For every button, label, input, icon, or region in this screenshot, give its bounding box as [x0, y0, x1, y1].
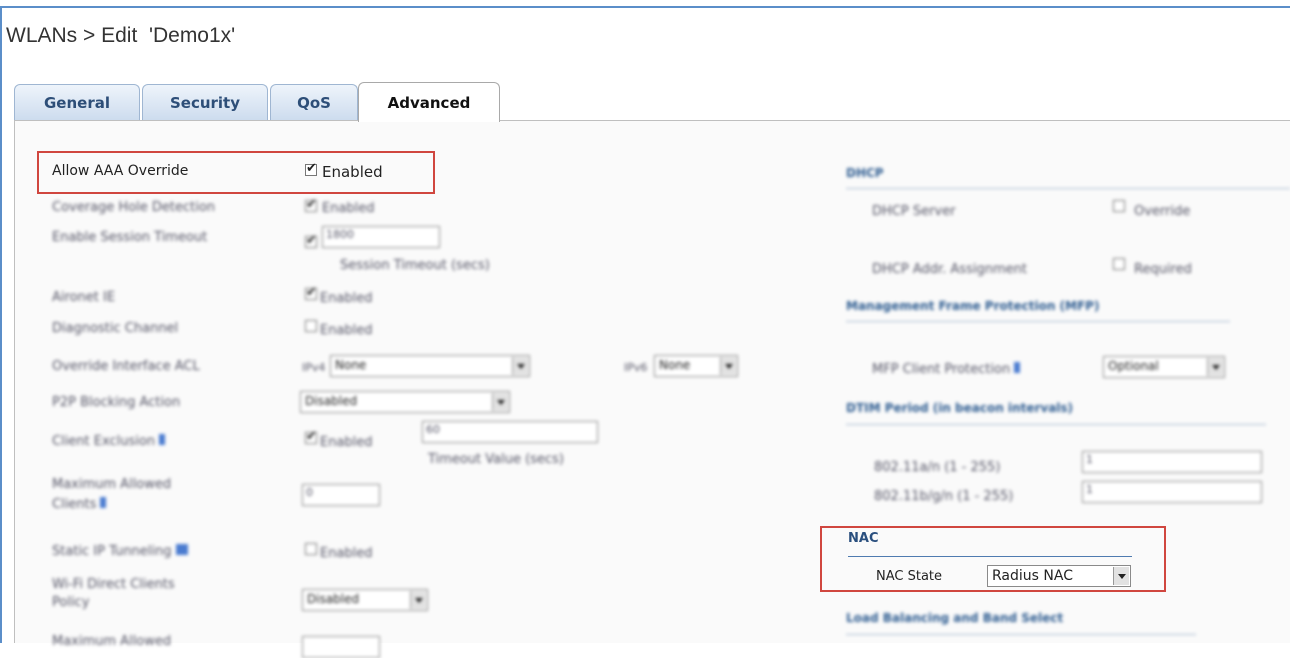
info-icon[interactable] — [175, 544, 188, 555]
load-balancing-heading: Load Balancing and Band Select — [846, 611, 1064, 625]
max-clients-label-line2: Clients — [52, 497, 107, 512]
coverage-hole-label: Coverage Hole Detection — [52, 200, 216, 215]
ipv6-label: IPv6 — [624, 361, 648, 374]
aaa-override-highlight — [37, 151, 435, 194]
aironet-ie-value: Enabled — [320, 291, 373, 306]
override-acl-label: Override Interface ACL — [52, 359, 200, 374]
session-timeout-label: Enable Session Timeout — [52, 230, 208, 245]
static-ip-checkbox[interactable] — [305, 543, 317, 555]
wifi-direct-select[interactable]: Disabled — [302, 589, 428, 611]
max-allowed-partial-input[interactable] — [302, 636, 380, 658]
max-clients-label-text: Clients — [52, 497, 97, 512]
mfp-client-select[interactable]: Optional — [1103, 356, 1225, 378]
wifi-direct-value: Disabled — [307, 592, 360, 606]
page-title: WLANs > Edit 'Demo1x' — [6, 24, 236, 47]
dtim-a-input[interactable]: 1 — [1082, 451, 1262, 473]
session-timeout-input[interactable]: 1800 — [322, 226, 440, 248]
static-ip-value: Enabled — [320, 546, 373, 561]
max-clients-label-line1: Maximum Allowed — [52, 477, 172, 492]
ipv4-acl-select[interactable]: None — [330, 355, 530, 377]
tab-advanced[interactable]: Advanced — [358, 82, 500, 122]
dhcp-server-value: Override — [1134, 204, 1191, 219]
session-timeout-checkbox[interactable] — [305, 233, 317, 248]
dtim-a-label: 802.11a/n (1 - 255) — [874, 460, 1001, 475]
dhcp-divider — [846, 188, 1290, 189]
tab-security[interactable]: Security — [142, 84, 268, 120]
max-clients-input[interactable]: 0 — [302, 484, 380, 506]
wlan-edit-window: WLANs > Edit 'Demo1x' General Security Q… — [0, 0, 1290, 658]
ipv4-acl-value: None — [335, 358, 367, 372]
client-exclusion-sublabel: Timeout Value (secs) — [428, 452, 564, 467]
dhcp-addr-value: Required — [1134, 262, 1192, 277]
session-timeout-sublabel: Session Timeout (secs) — [340, 258, 490, 273]
dhcp-addr-checkbox[interactable] — [1113, 258, 1125, 270]
nac-highlight — [820, 526, 1166, 592]
left-border — [0, 6, 2, 643]
chevron-down-icon — [720, 357, 736, 375]
tab-qos[interactable]: QoS — [270, 84, 358, 120]
dtim-heading: DTIM Period (in beacon intervals) — [846, 401, 1074, 415]
ipv6-acl-select[interactable]: None — [654, 355, 738, 377]
mfp-client-label: MFP Client Protection — [872, 362, 1021, 377]
dtim-b-label: 802.11b/g/n (1 - 255) — [874, 489, 1014, 504]
mfp-divider — [846, 321, 1230, 322]
dhcp-server-label: DHCP Server — [872, 204, 956, 219]
dtim-b-input[interactable]: 1 — [1082, 481, 1262, 503]
client-exclusion-timeout-input[interactable]: 60 — [422, 421, 598, 443]
aironet-ie-label: Aironet IE — [52, 290, 116, 305]
diagnostic-channel-checkbox[interactable] — [305, 320, 317, 332]
coverage-hole-value: Enabled — [322, 201, 375, 216]
client-exclusion-label: Client Exclusion — [52, 434, 166, 449]
ipv6-acl-value: None — [659, 358, 691, 372]
dhcp-heading: DHCP — [846, 166, 884, 180]
wifi-direct-label-line2: Policy — [52, 595, 90, 610]
static-ip-label-text: Static IP Tunneling — [52, 544, 172, 559]
info-icon[interactable] — [159, 434, 166, 445]
ipv4-label: IPv4 — [302, 361, 326, 374]
p2p-blocking-value: Disabled — [305, 394, 358, 408]
info-icon[interactable] — [1014, 362, 1021, 373]
client-exclusion-value: Enabled — [320, 435, 373, 450]
chevron-down-icon — [1207, 358, 1223, 376]
p2p-blocking-label: P2P Blocking Action — [52, 395, 181, 410]
chevron-down-icon — [492, 393, 508, 411]
load-balancing-divider — [846, 634, 1196, 635]
p2p-blocking-select[interactable]: Disabled — [300, 391, 510, 413]
dhcp-addr-label: DHCP Addr. Assignment — [872, 262, 1027, 277]
tab-general[interactable]: General — [14, 84, 140, 120]
dtim-divider — [846, 424, 1266, 425]
mfp-client-label-text: MFP Client Protection — [872, 362, 1011, 377]
wifi-direct-label-line1: Wi-Fi Direct Clients — [52, 577, 175, 592]
client-exclusion-checkbox[interactable] — [305, 429, 317, 444]
static-ip-label: Static IP Tunneling — [52, 544, 188, 559]
info-icon[interactable] — [100, 497, 107, 508]
diagnostic-channel-value: Enabled — [320, 323, 373, 338]
mfp-heading: Management Frame Protection (MFP) — [846, 299, 1100, 313]
chevron-down-icon — [410, 591, 426, 609]
max-allowed-partial-label: Maximum Allowed — [52, 634, 172, 649]
dhcp-server-checkbox[interactable] — [1113, 200, 1125, 212]
aironet-ie-checkbox[interactable] — [305, 285, 317, 300]
coverage-hole-checkbox[interactable] — [305, 197, 317, 212]
mfp-client-value: Optional — [1108, 359, 1159, 373]
top-border — [0, 6, 1290, 8]
diagnostic-channel-label: Diagnostic Channel — [52, 321, 179, 336]
chevron-down-icon — [512, 357, 528, 375]
client-exclusion-text: Client Exclusion — [52, 434, 156, 449]
